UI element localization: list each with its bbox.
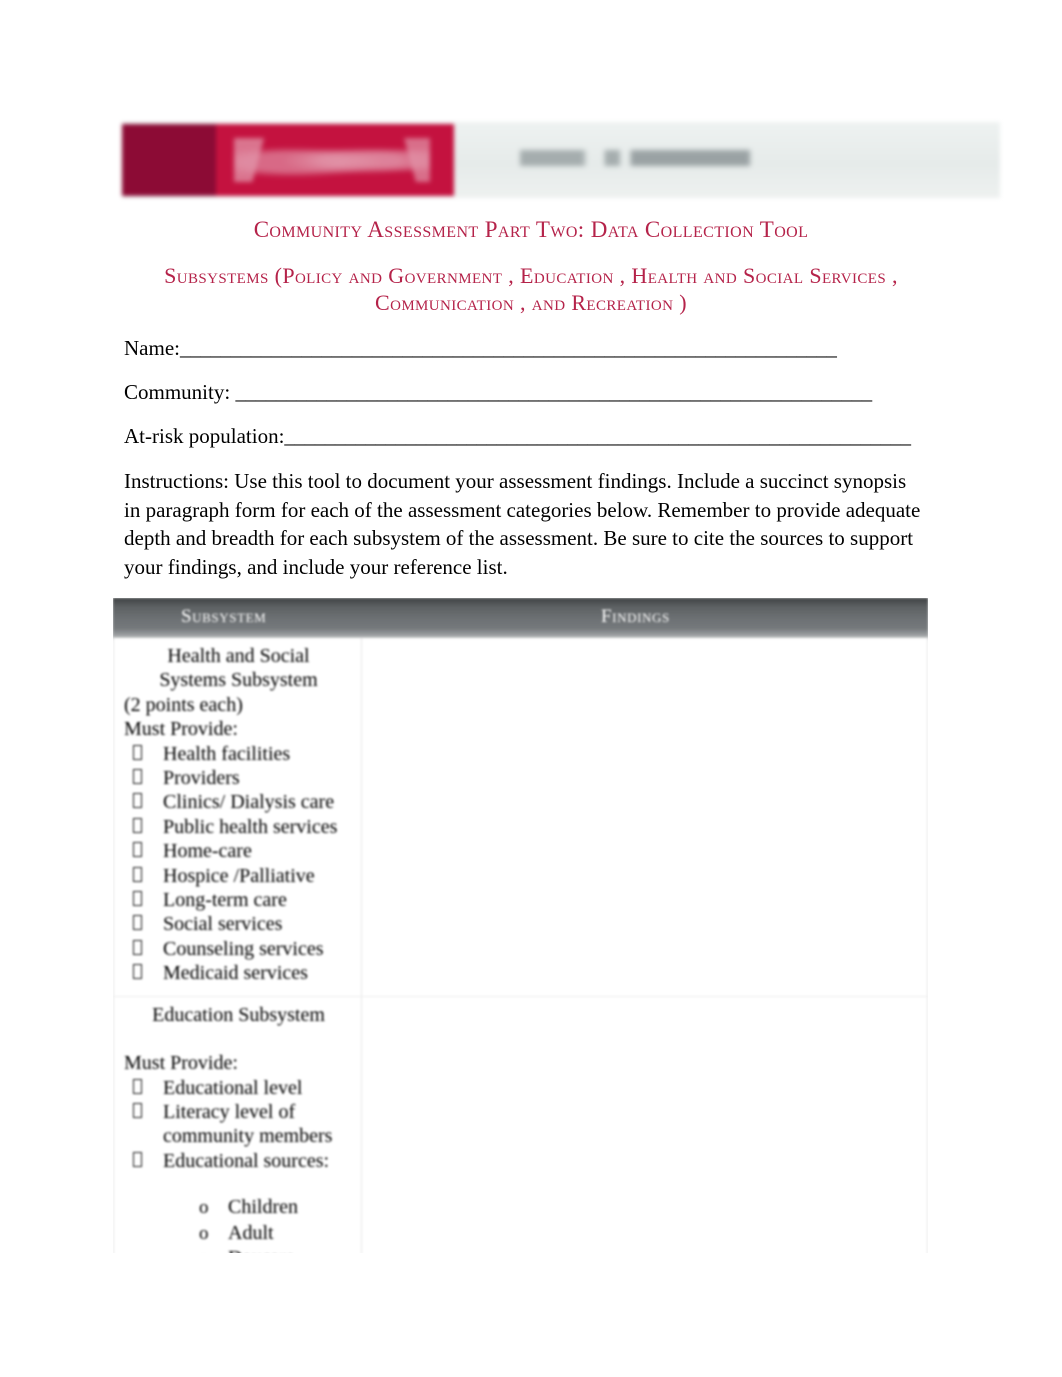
circle-bullet-icon: o	[199, 1222, 209, 1244]
column-header-findings: Findings	[601, 606, 670, 627]
list-item: o Adult	[124, 1221, 353, 1247]
list-item-label: Children	[228, 1196, 298, 1219]
community-field-input[interactable]: ________________________________________…	[235, 380, 872, 404]
logo-left-block	[122, 124, 216, 196]
list-item-label: Home-care	[163, 840, 252, 863]
missing-glyph-bullet-icon	[133, 744, 142, 760]
missing-glyph-bullet-icon	[133, 1102, 142, 1118]
list-item: Counseling services	[124, 937, 353, 961]
missing-glyph-bullet-icon	[133, 769, 142, 785]
subsystem-must-provide-label: Must Provide:	[124, 718, 238, 741]
table-body: Health and Social Systems Subsystem (2 p…	[113, 638, 928, 1253]
list-item-label: Providers	[163, 767, 240, 790]
list-item: Literacy level of community members	[124, 1100, 353, 1149]
missing-glyph-bullet-icon	[133, 842, 142, 858]
missing-glyph-bullet-icon	[133, 866, 142, 882]
document-page: Community Assessment Part Two: Data Coll…	[0, 0, 1062, 1377]
letterhead	[122, 122, 1000, 198]
atrisk-population-field-row: At-risk population:_____________________…	[124, 423, 924, 449]
list-item: Long-term care	[124, 888, 353, 912]
table-row: Education Subsystem Must Provide: Educat…	[114, 996, 927, 1253]
university-logo-redacted	[122, 124, 454, 196]
list-item-label: Literacy level of community members	[163, 1100, 333, 1148]
missing-glyph-bullet-icon	[133, 1078, 142, 1094]
missing-glyph-bullet-icon	[133, 1151, 142, 1167]
missing-glyph-bullet-icon	[133, 891, 142, 907]
community-field-label: Community:	[124, 380, 236, 404]
list-item-label: Educational level	[163, 1076, 303, 1099]
list-item: Educational level	[124, 1076, 353, 1100]
list-item: Educational sources:	[124, 1149, 353, 1173]
cell-subsystem-health: Health and Social Systems Subsystem (2 p…	[114, 638, 361, 996]
data-collection-table: Subsystem Findings Health and Social Sys…	[113, 598, 928, 1253]
page-subtitle: Subsystems (Policy and Government , Educ…	[164, 263, 898, 315]
table-row: Health and Social Systems Subsystem (2 p…	[114, 638, 927, 997]
name-field-input[interactable]: ________________________________________…	[180, 336, 837, 360]
list-item: o Children	[124, 1195, 353, 1221]
list-item-label: Long-term care	[163, 889, 287, 912]
subsystem-requirement-list: Educational level Literacy level of comm…	[124, 1076, 353, 1174]
list-item-label: Medicaid services	[163, 962, 308, 985]
school-wordmark-redacted	[520, 150, 780, 166]
list-item: Clinics/ Dialysis care	[124, 790, 353, 814]
logo-mark	[234, 138, 430, 182]
subsystem-heading-line-1: Health and Social	[167, 645, 310, 667]
name-field-row: Name:___________________________________…	[124, 335, 924, 361]
list-item-label: Educational sources:	[163, 1149, 330, 1172]
subsystem-heading-line-2: Systems Subsystem	[159, 669, 318, 692]
list-item: o Daycare	[124, 1246, 353, 1253]
missing-glyph-bullet-icon	[133, 939, 142, 955]
atrisk-population-field-label: At-risk population:	[124, 424, 285, 448]
list-item-label: Adult	[228, 1221, 274, 1244]
findings-input-education[interactable]	[362, 997, 927, 1253]
list-item-label: Health facilities	[163, 742, 291, 765]
circle-bullet-icon: o	[199, 1246, 209, 1253]
circle-bullet-icon: o	[199, 1197, 209, 1219]
instructions-paragraph: Instructions: Use this tool to document …	[124, 469, 921, 579]
list-item-label: Clinics/ Dialysis care	[163, 791, 335, 814]
missing-glyph-bullet-icon	[133, 817, 142, 833]
educational-sources-list: o Children o Adult o Daycare	[124, 1195, 353, 1253]
atrisk-population-field-input[interactable]: ________________________________________…	[284, 424, 911, 448]
list-item-label: Social services	[163, 913, 283, 936]
list-item-label: Public health services	[163, 815, 338, 838]
community-field-row: Community: _____________________________…	[124, 379, 924, 405]
list-item: Hospice /Palliative	[124, 864, 353, 888]
list-item-label: Counseling services	[163, 937, 324, 960]
subsystem-must-provide-label: Must Provide:	[124, 1052, 238, 1075]
list-item: Health facilities	[124, 742, 353, 766]
list-item-label: Daycare	[228, 1247, 295, 1253]
table-header-row: Subsystem Findings	[113, 598, 928, 638]
findings-input-health[interactable]	[362, 638, 927, 996]
list-item: Providers	[124, 766, 353, 790]
subsystem-points-note: (2 points each)	[124, 693, 243, 716]
page-title: Community Assessment Part Two: Data Coll…	[253, 217, 809, 242]
name-field-label: Name:	[124, 336, 180, 360]
missing-glyph-bullet-icon	[133, 915, 142, 931]
list-item-label: Hospice /Palliative	[163, 864, 315, 887]
column-header-subsystem: Subsystem	[181, 606, 267, 627]
list-item: Medicaid services	[124, 961, 353, 985]
subsystem-requirement-list: Health facilities Providers Clinics/ Dia…	[124, 742, 353, 986]
subsystem-heading-line-1: Education Subsystem	[152, 1003, 325, 1026]
missing-glyph-bullet-icon	[133, 793, 142, 809]
missing-glyph-bullet-icon	[133, 964, 142, 980]
list-item: Home-care	[124, 839, 353, 863]
cell-subsystem-education: Education Subsystem Must Provide: Educat…	[114, 997, 361, 1253]
list-item: Social services	[124, 912, 353, 936]
list-item: Public health services	[124, 815, 353, 839]
